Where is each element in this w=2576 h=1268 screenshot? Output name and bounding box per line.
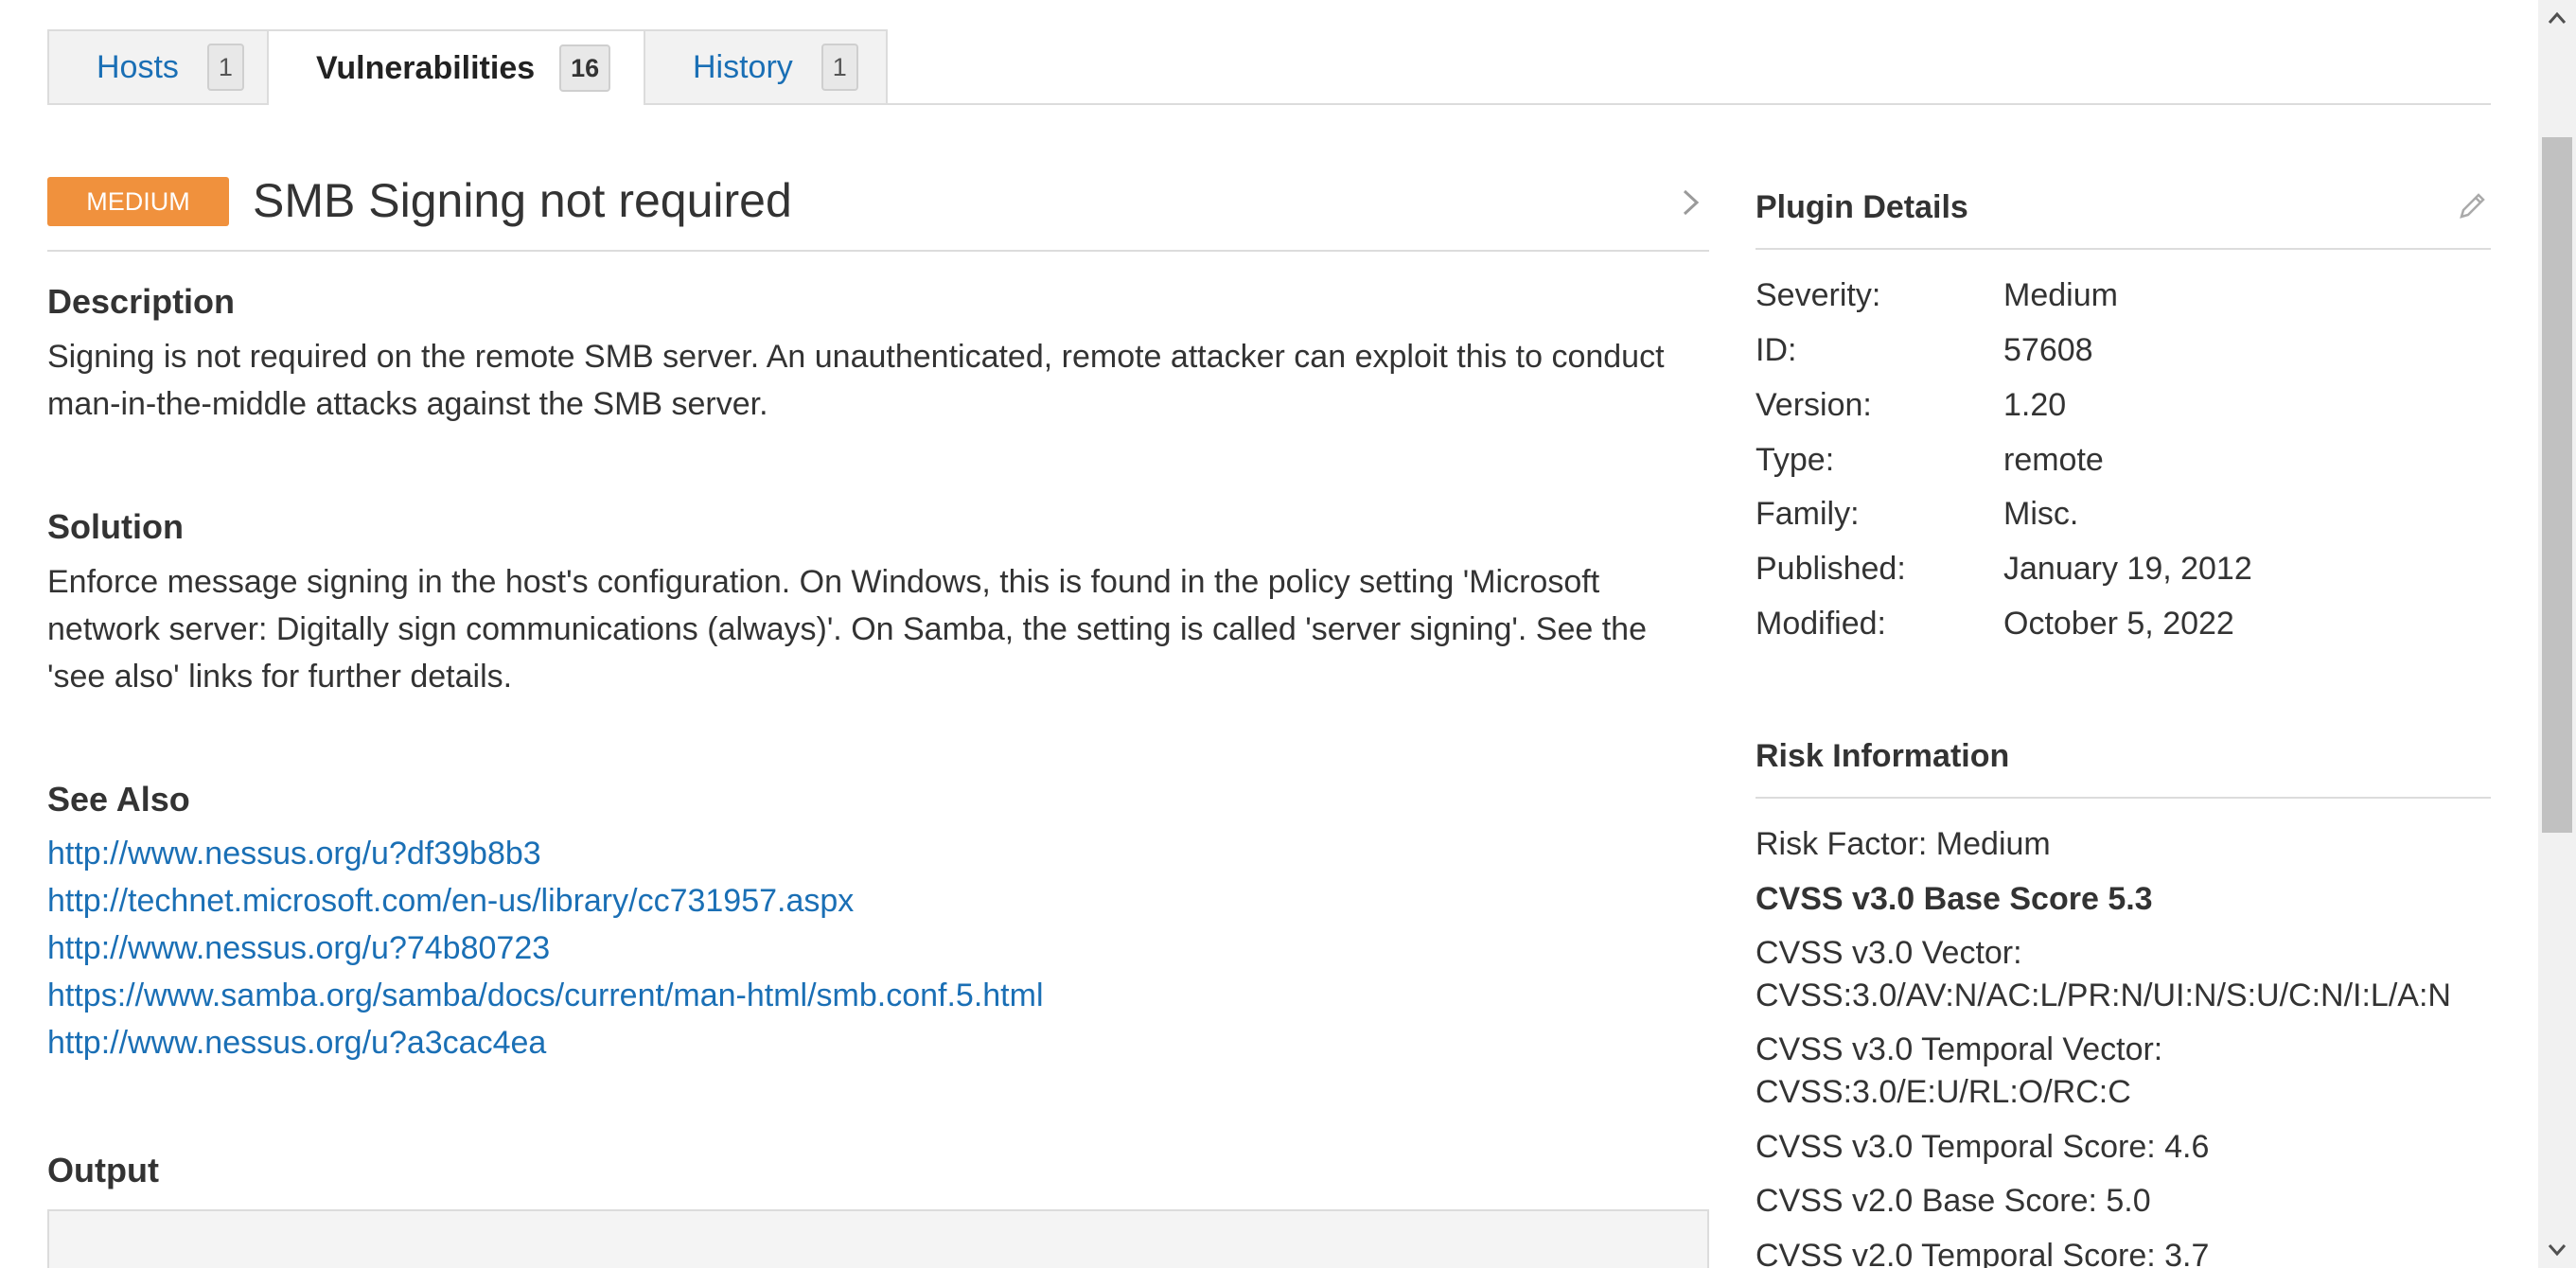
list-item: https://www.samba.org/samba/docs/current…	[47, 972, 1044, 1019]
detail-label: Type:	[1756, 442, 1835, 478]
see-also-link[interactable]: http://www.nessus.org/u?74b80723	[47, 930, 550, 966]
plugin-detail-modified: Modified: October 5, 2022	[1756, 600, 2491, 655]
detail-value: 1.20	[2003, 387, 2067, 423]
cvss3-temporal-score: CVSS v3.0 Temporal Score: 4.6	[1756, 1129, 2210, 1165]
tab-history-label: History	[693, 48, 793, 85]
see-also-list: http://www.nessus.org/u?df39b8b3 http://…	[47, 830, 1044, 1066]
risk-factor: Risk Factor: Medium	[1756, 826, 2051, 862]
detail-value: Medium	[2003, 277, 2118, 313]
scrollbar-thumb[interactable]	[2542, 137, 2572, 833]
see-also-heading: See Also	[47, 780, 190, 819]
plugin-detail-severity: Severity: Medium	[1756, 272, 2491, 326]
tab-history-count: 1	[820, 44, 858, 91]
tab-hosts[interactable]: Hosts 1	[47, 29, 269, 103]
list-item: http://www.nessus.org/u?df39b8b3	[47, 830, 1044, 877]
detail-label: Version:	[1756, 387, 1872, 423]
detail-label: Family:	[1756, 496, 1860, 532]
detail-value: October 5, 2022	[2003, 606, 2234, 642]
description-text: Signing is not required on the remote SM…	[47, 339, 1665, 422]
vulnerability-detail-page: Hosts 1 Vulnerabilities 16 History 1 MED…	[0, 0, 2576, 1268]
list-item: http://www.nessus.org/u?a3cac4ea	[47, 1019, 1044, 1066]
vulnerability-header: MEDIUM SMB Signing not required	[47, 170, 1709, 252]
cvss3-base-score: CVSS v3.0 Base Score 5.3	[1756, 881, 2153, 917]
plugin-detail-type: Type: remote	[1756, 436, 2491, 491]
solution-text: Enforce message signing in the host's co…	[47, 564, 1647, 695]
cvss2-temporal-score: CVSS v2.0 Temporal Score: 3.7	[1756, 1238, 2210, 1268]
risk-information-header: Risk Information	[1756, 736, 2491, 799]
tab-bar: Hosts 1 Vulnerabilities 16 History 1	[47, 29, 2491, 105]
solution-heading: Solution	[47, 507, 184, 546]
detail-label: Severity:	[1756, 277, 1881, 313]
plugin-detail-family: Family: Misc.	[1756, 490, 2491, 545]
see-also-link[interactable]: https://www.samba.org/samba/docs/current…	[47, 977, 1044, 1013]
chevron-right-icon[interactable]	[1671, 184, 1709, 221]
output-heading: Output	[47, 1151, 159, 1189]
plugin-details-header: Plugin Details	[1756, 187, 2491, 250]
tab-history[interactable]: History 1	[644, 29, 888, 103]
cvss3-vector: CVSS v3.0 Vector: CVSS:3.0/AV:N/AC:L/PR:…	[1756, 935, 2451, 1013]
vertical-scrollbar[interactable]	[2538, 0, 2576, 1268]
cvss2-base-score: CVSS v2.0 Base Score: 5.0	[1756, 1183, 2151, 1219]
severity-badge: MEDIUM	[47, 177, 229, 226]
list-item: http://www.nessus.org/u?74b80723	[47, 925, 1044, 972]
scroll-down-arrow-icon[interactable]	[2538, 1230, 2576, 1268]
plugin-detail-version: Version: 1.20	[1756, 381, 2491, 436]
tab-vulnerabilities-label: Vulnerabilities	[316, 49, 536, 86]
scroll-up-arrow-icon[interactable]	[2538, 0, 2576, 38]
tab-hosts-count: 1	[206, 44, 244, 91]
risk-information-heading: Risk Information	[1756, 738, 2010, 774]
description-heading: Description	[47, 282, 236, 321]
see-also-link[interactable]: http://www.nessus.org/u?df39b8b3	[47, 836, 541, 872]
detail-value: 57608	[2003, 332, 2093, 368]
pencil-icon[interactable]	[2455, 187, 2491, 223]
plugin-detail-id: ID: 57608	[1756, 326, 2491, 381]
tab-vulnerabilities-count: 16	[559, 44, 611, 92]
output-box	[47, 1209, 1709, 1268]
detail-label: Modified:	[1756, 606, 1886, 642]
list-item: http://technet.microsoft.com/en-us/libra…	[47, 877, 1044, 925]
tab-vulnerabilities[interactable]: Vulnerabilities 16	[267, 29, 645, 105]
plugin-details-heading: Plugin Details	[1756, 189, 1968, 225]
detail-value: remote	[2003, 442, 2104, 478]
detail-value: January 19, 2012	[2003, 551, 2252, 587]
detail-label: ID:	[1756, 332, 1797, 368]
cvss3-temporal-vector: CVSS v3.0 Temporal Vector: CVSS:3.0/E:U/…	[1756, 1031, 2163, 1110]
see-also-link[interactable]: http://www.nessus.org/u?a3cac4ea	[47, 1025, 546, 1061]
see-also-link[interactable]: http://technet.microsoft.com/en-us/libra…	[47, 883, 854, 919]
plugin-detail-published: Published: January 19, 2012	[1756, 545, 2491, 600]
page-title: SMB Signing not required	[253, 174, 792, 227]
detail-label: Published:	[1756, 551, 1906, 587]
tab-hosts-label: Hosts	[97, 48, 179, 85]
detail-value: Misc.	[2003, 496, 2079, 532]
